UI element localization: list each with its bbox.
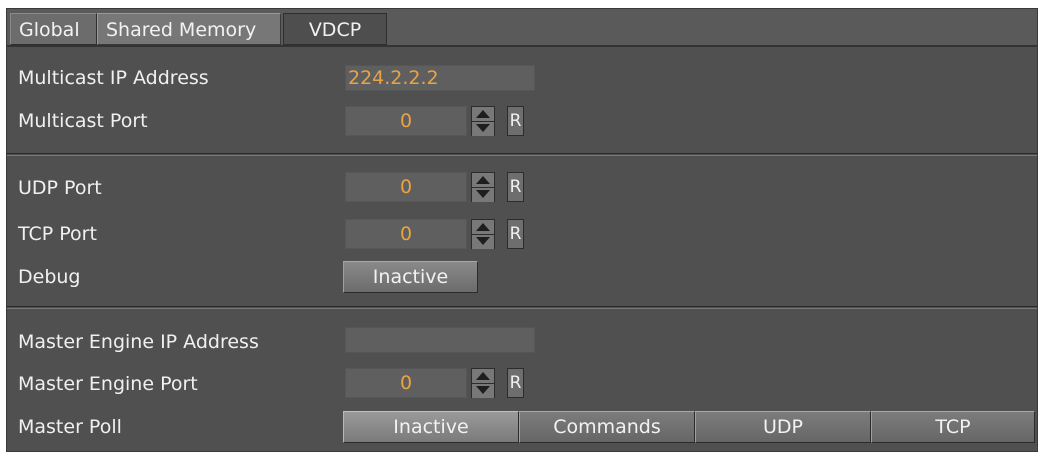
multicast-port-reset-button[interactable]: R [507, 106, 524, 136]
multicast-port-field[interactable]: 0 [345, 106, 467, 136]
section-divider [7, 306, 1037, 309]
arrow-down-icon [476, 190, 490, 198]
arrow-up-icon [476, 176, 490, 184]
increment-button[interactable] [472, 220, 494, 235]
multicast-port-label: Multicast Port [18, 110, 148, 132]
increment-button[interactable] [472, 369, 494, 384]
multicast-ip-label: Multicast IP Address [18, 67, 209, 89]
multicast-ip-field[interactable]: 224.2.2.2 [345, 65, 535, 91]
arrow-up-icon [476, 110, 490, 118]
tab-bar: Global Shared Memory VDCP [7, 9, 1037, 47]
master-engine-port-label: Master Engine Port [18, 373, 198, 395]
tab-global[interactable]: Global [10, 13, 97, 45]
master-poll-label: Master Poll [18, 416, 122, 438]
section-divider [7, 153, 1037, 156]
decrement-button[interactable] [472, 235, 494, 249]
udp-port-label: UDP Port [18, 177, 102, 199]
shared-memory-panel: Global Shared Memory VDCP Multicast IP A… [6, 8, 1038, 452]
increment-button[interactable] [472, 107, 494, 122]
arrow-down-icon [476, 237, 490, 245]
arrow-up-icon [476, 372, 490, 380]
debug-label: Debug [18, 266, 81, 288]
tcp-port-label: TCP Port [18, 223, 97, 245]
master-poll-option-tcp[interactable]: TCP [871, 411, 1035, 443]
increment-button[interactable] [472, 173, 494, 188]
master-poll-option-commands[interactable]: Commands [519, 411, 695, 443]
udp-port-reset-button[interactable]: R [507, 172, 524, 202]
multicast-port-stepper[interactable] [471, 106, 495, 136]
master-engine-port-reset-button[interactable]: R [507, 368, 524, 398]
arrow-down-icon [476, 124, 490, 132]
master-engine-port-field[interactable]: 0 [345, 368, 467, 398]
tcp-port-stepper[interactable] [471, 219, 495, 249]
master-engine-ip-field[interactable] [345, 327, 535, 353]
arrow-down-icon [476, 386, 490, 394]
tcp-port-field[interactable]: 0 [345, 219, 467, 249]
master-poll-option-inactive[interactable]: Inactive [343, 411, 519, 443]
master-engine-port-stepper[interactable] [471, 368, 495, 398]
decrement-button[interactable] [472, 188, 494, 202]
tab-vdcp[interactable]: VDCP [283, 13, 387, 45]
debug-toggle-button[interactable]: Inactive [343, 261, 478, 293]
master-poll-option-udp[interactable]: UDP [695, 411, 871, 443]
udp-port-field[interactable]: 0 [345, 172, 467, 202]
arrow-up-icon [476, 223, 490, 231]
master-engine-ip-label: Master Engine IP Address [18, 331, 259, 353]
udp-port-stepper[interactable] [471, 172, 495, 202]
tcp-port-reset-button[interactable]: R [507, 219, 524, 249]
tab-shared-memory[interactable]: Shared Memory [97, 13, 281, 45]
decrement-button[interactable] [472, 384, 494, 398]
decrement-button[interactable] [472, 122, 494, 136]
